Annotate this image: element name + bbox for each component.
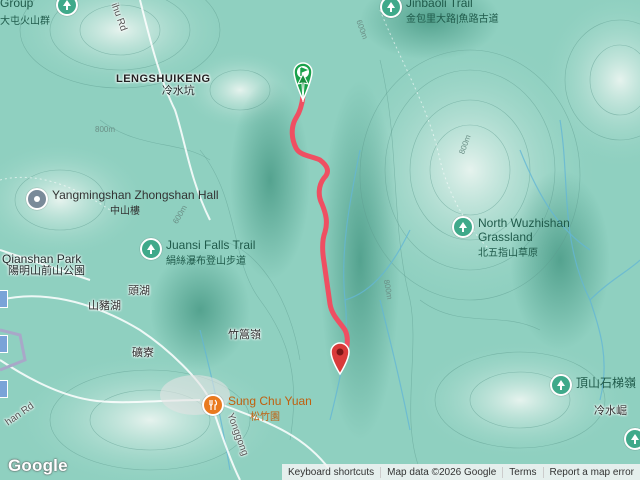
place-label: Qianshan Park — [2, 252, 82, 266]
place-label: 山豬湖 — [88, 300, 121, 312]
keyboard-shortcuts-link[interactable]: Keyboard shortcuts — [282, 467, 380, 478]
poi-jinbaoli-trail[interactable]: Jinbaoli Trail 金包里大路|魚路古道 — [380, 0, 499, 25]
edge-badge-left-2[interactable] — [0, 335, 8, 353]
poi-zhongshan-hall[interactable]: Yangmingshan Zhongshan Hall 中山樓 — [26, 188, 219, 217]
map-data-attribution: Map data ©2026 Google — [380, 466, 502, 478]
place-label: 頭湖 — [128, 285, 150, 297]
report-map-error-link[interactable]: Report a map error — [542, 466, 640, 478]
poi-label: Jinbaoli Trail — [406, 0, 473, 10]
poi-juansi-falls-trail[interactable]: Juansi Falls Trail 絹絲瀑布登山步道 — [140, 238, 255, 267]
poi-label-zh: 絹絲瀑布登山步道 — [166, 256, 246, 267]
place-label-zh: 冷水坑 — [161, 84, 195, 97]
route-end-pin[interactable] — [330, 342, 350, 376]
poi-sung-chu-yuan[interactable]: Sung Chu Yuan 松竹園 — [202, 394, 312, 423]
restaurant-icon — [202, 394, 224, 416]
poi-label: Juansi Falls Trail — [166, 238, 256, 252]
poi-label: 頂山石梯嶺 — [576, 376, 637, 390]
place-label: 冷水崛 — [594, 405, 627, 417]
poi-label-zh: 大屯火山群 — [0, 16, 50, 27]
poi-label-zh: 金包里大路|魚路古道 — [406, 14, 499, 25]
place-label: 礦寮 — [132, 347, 154, 359]
place-label: LENGSHUIKENG — [116, 73, 211, 85]
place-lengshuikeng: LENGSHUIKENG 冷水坑 — [116, 73, 211, 97]
park-icon — [452, 216, 474, 238]
map-canvas[interactable]: 600m 800m 800m 600m 800m Group 大屯火山群 ihu… — [0, 0, 640, 480]
poi-volcano-group[interactable]: Group 大屯火山群 — [0, 0, 50, 27]
park-icon — [140, 238, 162, 260]
poi-label: Sung Chu Yuan — [228, 394, 312, 408]
poi-label: North Wuzhishan Grassland — [478, 216, 570, 244]
park-icon — [550, 374, 572, 396]
place-qianshan-park[interactable]: Qianshan Park 陽明山前山公園 — [2, 253, 85, 277]
edge-badge-left[interactable] — [0, 290, 8, 308]
place-label-zh: 陽明山前山公園 — [8, 264, 85, 277]
poi-label: Yangmingshan Zhongshan Hall — [52, 188, 219, 202]
park-icon — [380, 0, 402, 18]
edge-badge-left-3[interactable] — [0, 380, 8, 398]
route-start-arrow — [297, 74, 309, 103]
poi-label-zh: 松竹園 — [250, 412, 280, 423]
contour-label: 800m — [95, 125, 116, 134]
place-label: 竹篙嶺 — [228, 329, 261, 341]
poi-label-zh: 北五指山草原 — [478, 248, 538, 259]
park-icon[interactable] — [624, 428, 640, 450]
poi-dingshan[interactable]: 頂山石梯嶺 — [550, 374, 636, 396]
map-footer: Keyboard shortcuts Map data ©2026 Google… — [281, 464, 640, 480]
landmark-icon — [26, 188, 48, 210]
terms-link[interactable]: Terms — [502, 466, 542, 478]
poi-label: Group — [0, 0, 34, 10]
google-logo: Google — [8, 456, 68, 475]
poi-label-zh: 中山樓 — [110, 206, 140, 217]
poi-north-wuzhishan-grassland[interactable]: North Wuzhishan Grassland 北五指山草原 — [452, 216, 588, 259]
